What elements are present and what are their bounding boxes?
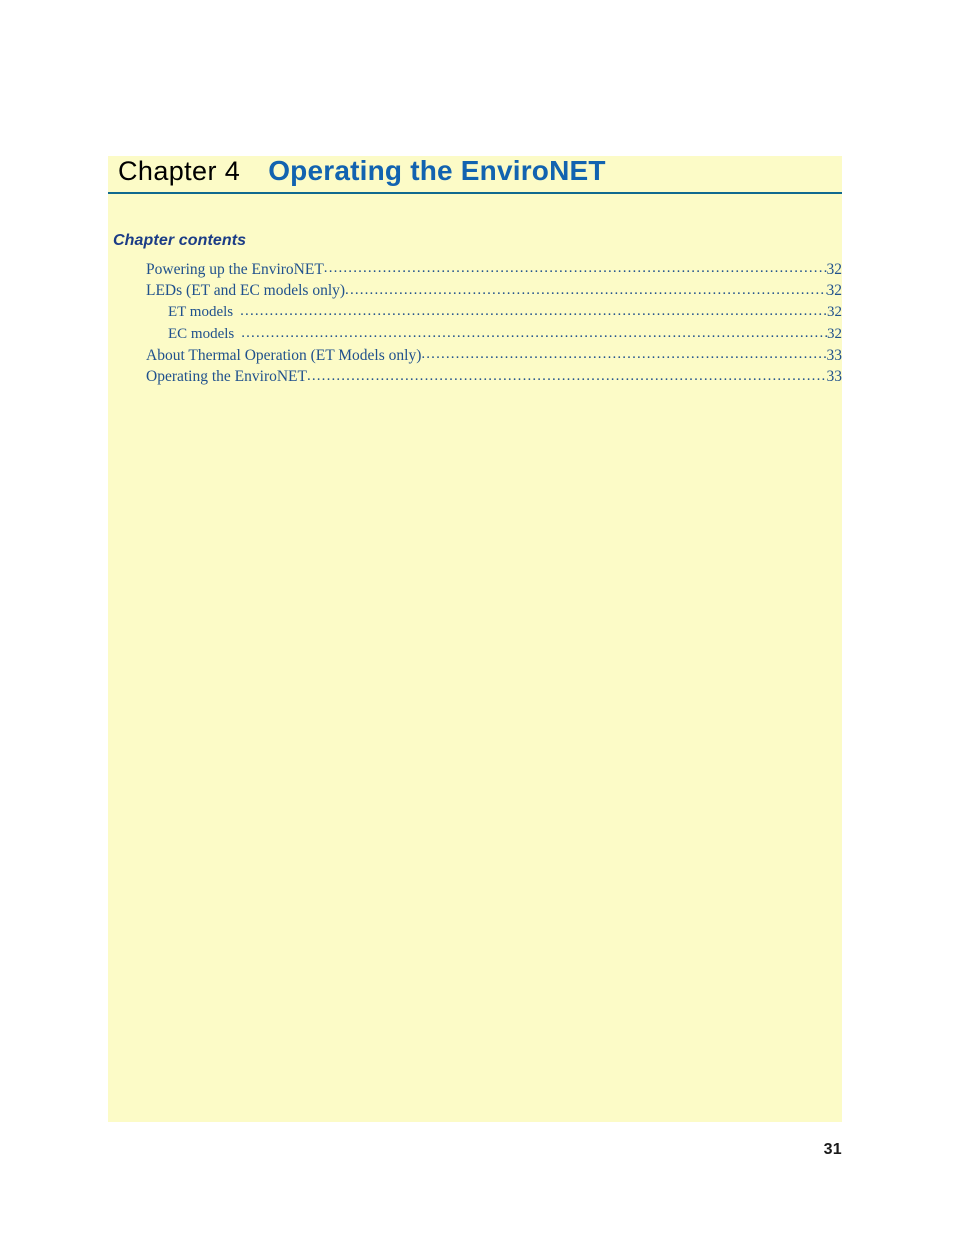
toc-entry[interactable]: LEDs (ET and EC models only) 32 xyxy=(146,280,842,302)
toc-entry-title: Operating the EnviroNET xyxy=(146,368,307,386)
header-divider-rule xyxy=(108,192,842,194)
chapter-number-label: Chapter 4 xyxy=(118,156,241,186)
page-title: Operating the EnviroNET xyxy=(268,155,606,186)
page-number-folio: 31 xyxy=(823,1141,842,1158)
toc-dot-leader xyxy=(421,344,826,360)
toc-dot-leader xyxy=(241,323,827,338)
toc-entry[interactable]: Operating the EnviroNET 33 xyxy=(146,366,842,388)
toc-entry-title: About Thermal Operation (ET Models only) xyxy=(146,346,422,364)
toc-entry-title: LEDs (ET and EC models only) xyxy=(146,282,346,300)
toc-entry[interactable]: ET models 32 xyxy=(146,301,842,323)
toc-entry-title: Powering up the EnviroNET xyxy=(146,260,324,278)
toc-entry-page-number: 33 xyxy=(826,346,843,364)
toc-entry-page-number: 32 xyxy=(827,304,842,321)
toc-entry[interactable]: About Thermal Operation (ET Models only)… xyxy=(146,344,842,366)
toc-dot-leader xyxy=(307,366,827,382)
document-page: Chapter 4 Operating the EnviroNET Chapte… xyxy=(0,0,954,1235)
toc-dot-leader xyxy=(324,258,827,274)
toc-entry-page-number: 32 xyxy=(826,260,843,278)
toc-entry-title: ET models xyxy=(168,304,234,321)
toc-entry-page-number: 32 xyxy=(827,325,842,342)
chapter-header: Chapter 4 Operating the EnviroNET xyxy=(118,157,842,193)
chapter-contents-heading: Chapter contents xyxy=(113,232,247,249)
table-of-contents: Powering up the EnviroNET32LEDs (ET and … xyxy=(146,258,842,388)
toc-entry[interactable]: EC models 32 xyxy=(146,323,842,345)
toc-dot-leader xyxy=(240,301,827,316)
toc-entry-page-number: 32 xyxy=(826,282,843,300)
toc-entry-page-number: 33 xyxy=(826,368,843,386)
toc-entry-title: EC models xyxy=(168,325,235,342)
toc-dot-leader xyxy=(345,280,826,296)
toc-entry[interactable]: Powering up the EnviroNET 32 xyxy=(146,258,842,280)
